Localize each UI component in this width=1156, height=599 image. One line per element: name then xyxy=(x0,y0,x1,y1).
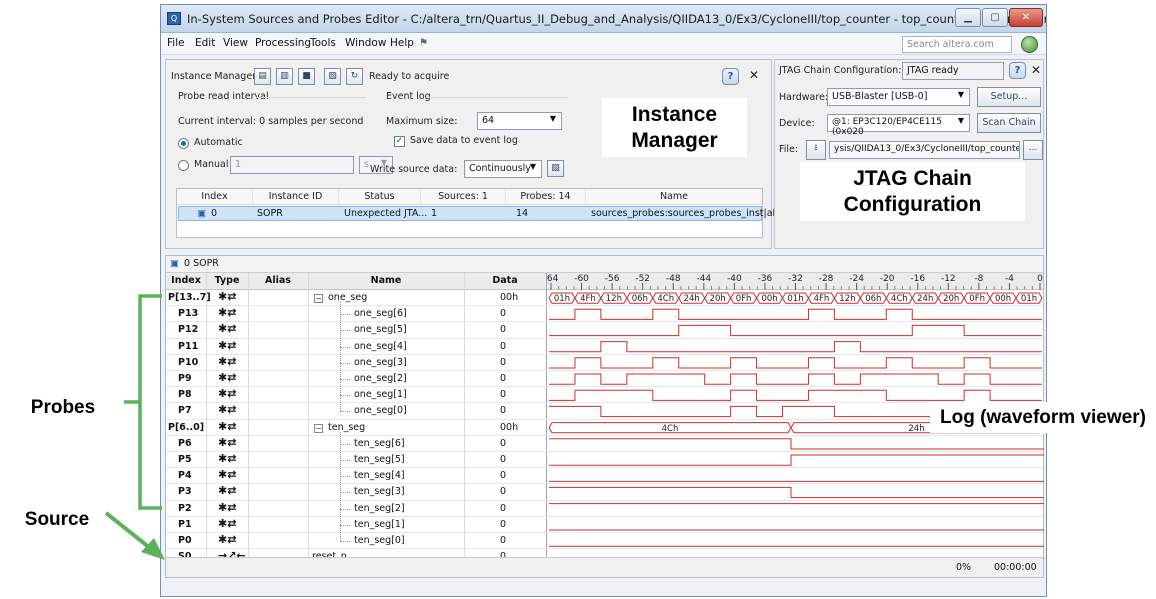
probes-bracket xyxy=(124,294,162,510)
source-arrow-shaft xyxy=(104,511,152,550)
annotation-overlay xyxy=(104,294,165,560)
